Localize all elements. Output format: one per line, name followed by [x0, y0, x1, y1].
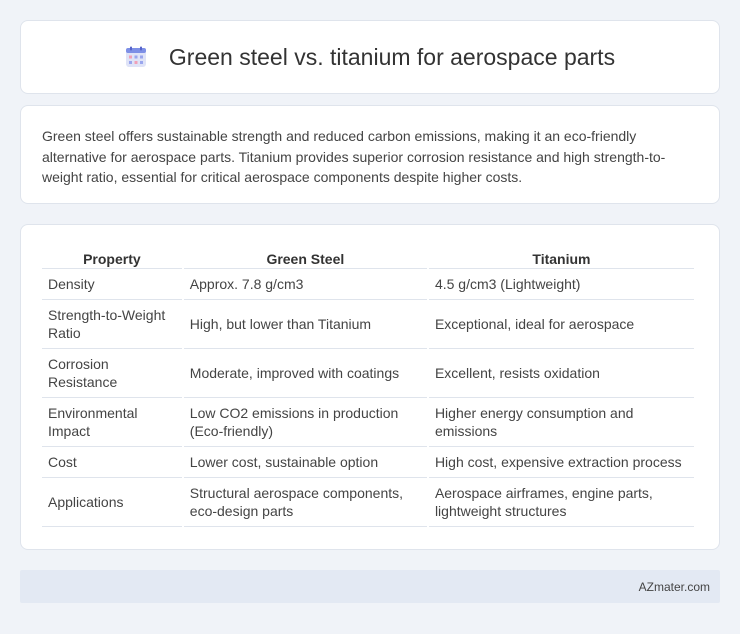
- footer-source[interactable]: AZmater.com: [639, 580, 710, 594]
- cell-green-steel: Moderate, improved with coatings: [183, 349, 427, 398]
- summary-card: Green steel offers sustainable strength …: [20, 105, 720, 204]
- cell-property: Density: [42, 269, 182, 300]
- table-row: Cost Lower cost, sustainable option High…: [42, 447, 694, 478]
- footer: AZmater.com: [20, 570, 720, 603]
- cell-titanium: 4.5 g/cm3 (Lightweight): [428, 269, 694, 300]
- cell-green-steel: Lower cost, sustainable option: [183, 447, 427, 478]
- header-green-steel: Green Steel: [183, 245, 427, 269]
- title-card: Green steel vs. titanium for aerospace p…: [20, 20, 720, 94]
- cell-property: Strength-to-Weight Ratio: [42, 300, 182, 349]
- table-header-row: Property Green Steel Titanium: [42, 245, 694, 269]
- comparison-table-card: Property Green Steel Titanium Density Ap…: [20, 224, 720, 550]
- cell-property: Environmental Impact: [42, 398, 182, 447]
- table-row: Strength-to-Weight Ratio High, but lower…: [42, 300, 694, 349]
- table-row: Applications Structural aerospace compon…: [42, 478, 694, 527]
- summary-text: Green steel offers sustainable strength …: [42, 128, 666, 185]
- table-row: Density Approx. 7.8 g/cm3 4.5 g/cm3 (Lig…: [42, 269, 694, 300]
- cell-titanium: Higher energy consumption and emissions: [428, 398, 694, 447]
- cell-green-steel: Approx. 7.8 g/cm3: [183, 269, 427, 300]
- cell-titanium: High cost, expensive extraction process: [428, 447, 694, 478]
- table-row: Environmental Impact Low CO2 emissions i…: [42, 398, 694, 447]
- cell-property: Cost: [42, 447, 182, 478]
- comparison-table: Property Green Steel Titanium Density Ap…: [40, 245, 696, 527]
- cell-green-steel: Low CO2 emissions in production (Eco-fri…: [183, 398, 427, 447]
- cell-titanium: Aerospace airframes, engine parts, light…: [428, 478, 694, 527]
- cell-property: Corrosion Resistance: [42, 349, 182, 398]
- cell-titanium: Excellent, resists oxidation: [428, 349, 694, 398]
- table-row: Corrosion Resistance Moderate, improved …: [42, 349, 694, 398]
- cell-green-steel: Structural aerospace components, eco-des…: [183, 478, 427, 527]
- page-title: Green steel vs. titanium for aerospace p…: [168, 43, 616, 70]
- cell-green-steel: High, but lower than Titanium: [183, 300, 427, 349]
- header-titanium: Titanium: [428, 245, 694, 269]
- header-property: Property: [42, 245, 182, 269]
- calendar-grid-icon: [125, 46, 146, 67]
- cell-titanium: Exceptional, ideal for aerospace: [428, 300, 694, 349]
- cell-property: Applications: [42, 478, 182, 527]
